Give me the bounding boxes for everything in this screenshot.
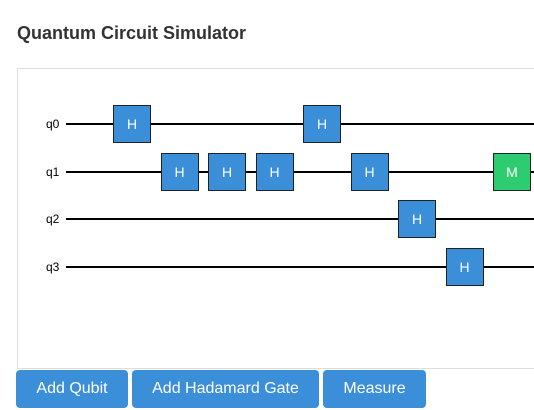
hadamard-gate-q1[interactable]: H [350,152,389,191]
hadamard-gate-q0[interactable]: H [303,105,341,143]
add-qubit-button[interactable]: Add Qubit [16,370,128,408]
hadamard-gate-q1[interactable]: H [255,152,294,191]
circuit-canvas[interactable]: q0 H Hq1 H H H H Mq2 Hq3 H [17,68,534,369]
toolbar: Add Qubit Add Hadamard Gate Measure [16,370,426,408]
qubit-wire-q1 [66,170,534,173]
page-title: Quantum Circuit Simulator [17,23,247,43]
hadamard-gate-q1[interactable]: H [208,152,246,191]
measure-button[interactable]: Measure [323,370,426,408]
hadamard-gate-q3[interactable]: H [445,247,484,286]
hadamard-gate-q0[interactable]: H [113,105,151,143]
hadamard-gate-q1[interactable]: H [160,152,199,191]
qubit-wire-q2 [66,218,534,220]
add-hadamard-gate-button[interactable]: Add Hadamard Gate [132,370,319,408]
hadamard-gate-q2[interactable]: H [398,200,436,238]
measure-gate-q1[interactable]: M [493,152,531,191]
